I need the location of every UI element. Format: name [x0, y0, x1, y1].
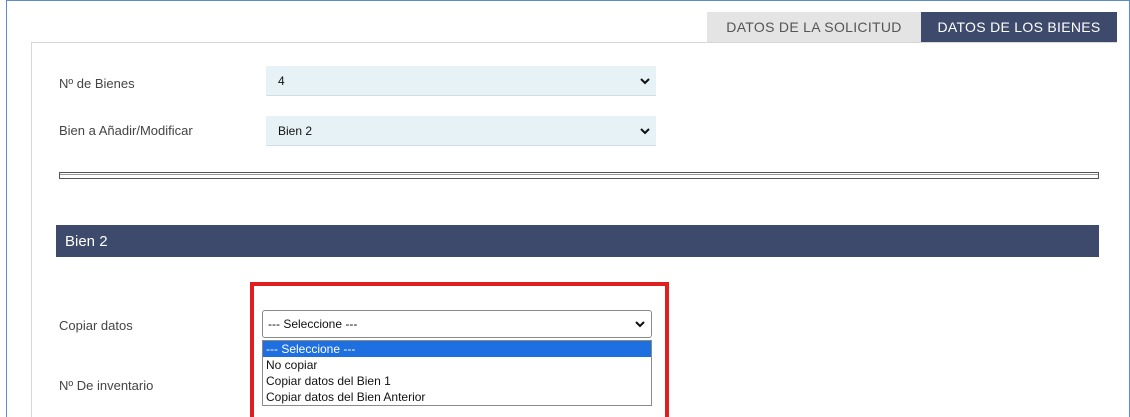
tab-datos-solicitud[interactable]: DATOS DE LA SOLICITUD: [707, 12, 921, 42]
bien-anadir-value: Bien 2: [278, 123, 313, 138]
num-bienes-label: Nº de Bienes: [59, 76, 135, 91]
copiar-datos-select[interactable]: --- Seleccione ---: [262, 310, 652, 338]
dropdown-option[interactable]: Copiar datos del Bien 1: [263, 373, 651, 389]
num-bienes-select[interactable]: 4: [266, 66, 656, 96]
copiar-datos-value: --- Seleccione ---: [268, 317, 358, 331]
tab-datos-bienes[interactable]: DATOS DE LOS BIENES: [921, 12, 1117, 42]
dropdown-option[interactable]: --- Seleccione ---: [263, 341, 651, 357]
dropdown-option[interactable]: No copiar: [263, 357, 651, 373]
section-header: Bien 2: [56, 225, 1099, 257]
num-bienes-value: 4: [278, 73, 285, 88]
copiar-datos-dropdown: --- Seleccione --- No copiar Copiar dato…: [262, 340, 652, 406]
bien-anadir-label: Bien a Añadir/Modificar: [59, 123, 193, 138]
copiar-datos-label: Copiar datos: [59, 318, 133, 333]
section-title: Bien 2: [65, 232, 108, 250]
num-inventario-label: Nº De inventario: [59, 378, 154, 393]
chevron-down-icon: [640, 127, 650, 134]
section-divider: [59, 172, 1099, 179]
chevron-down-icon: [635, 321, 645, 328]
frame-top-border: [6, 0, 1130, 1]
bien-anadir-select[interactable]: Bien 2: [266, 116, 656, 146]
dropdown-option[interactable]: Copiar datos del Bien Anterior: [263, 389, 651, 405]
chevron-down-icon: [640, 77, 650, 84]
